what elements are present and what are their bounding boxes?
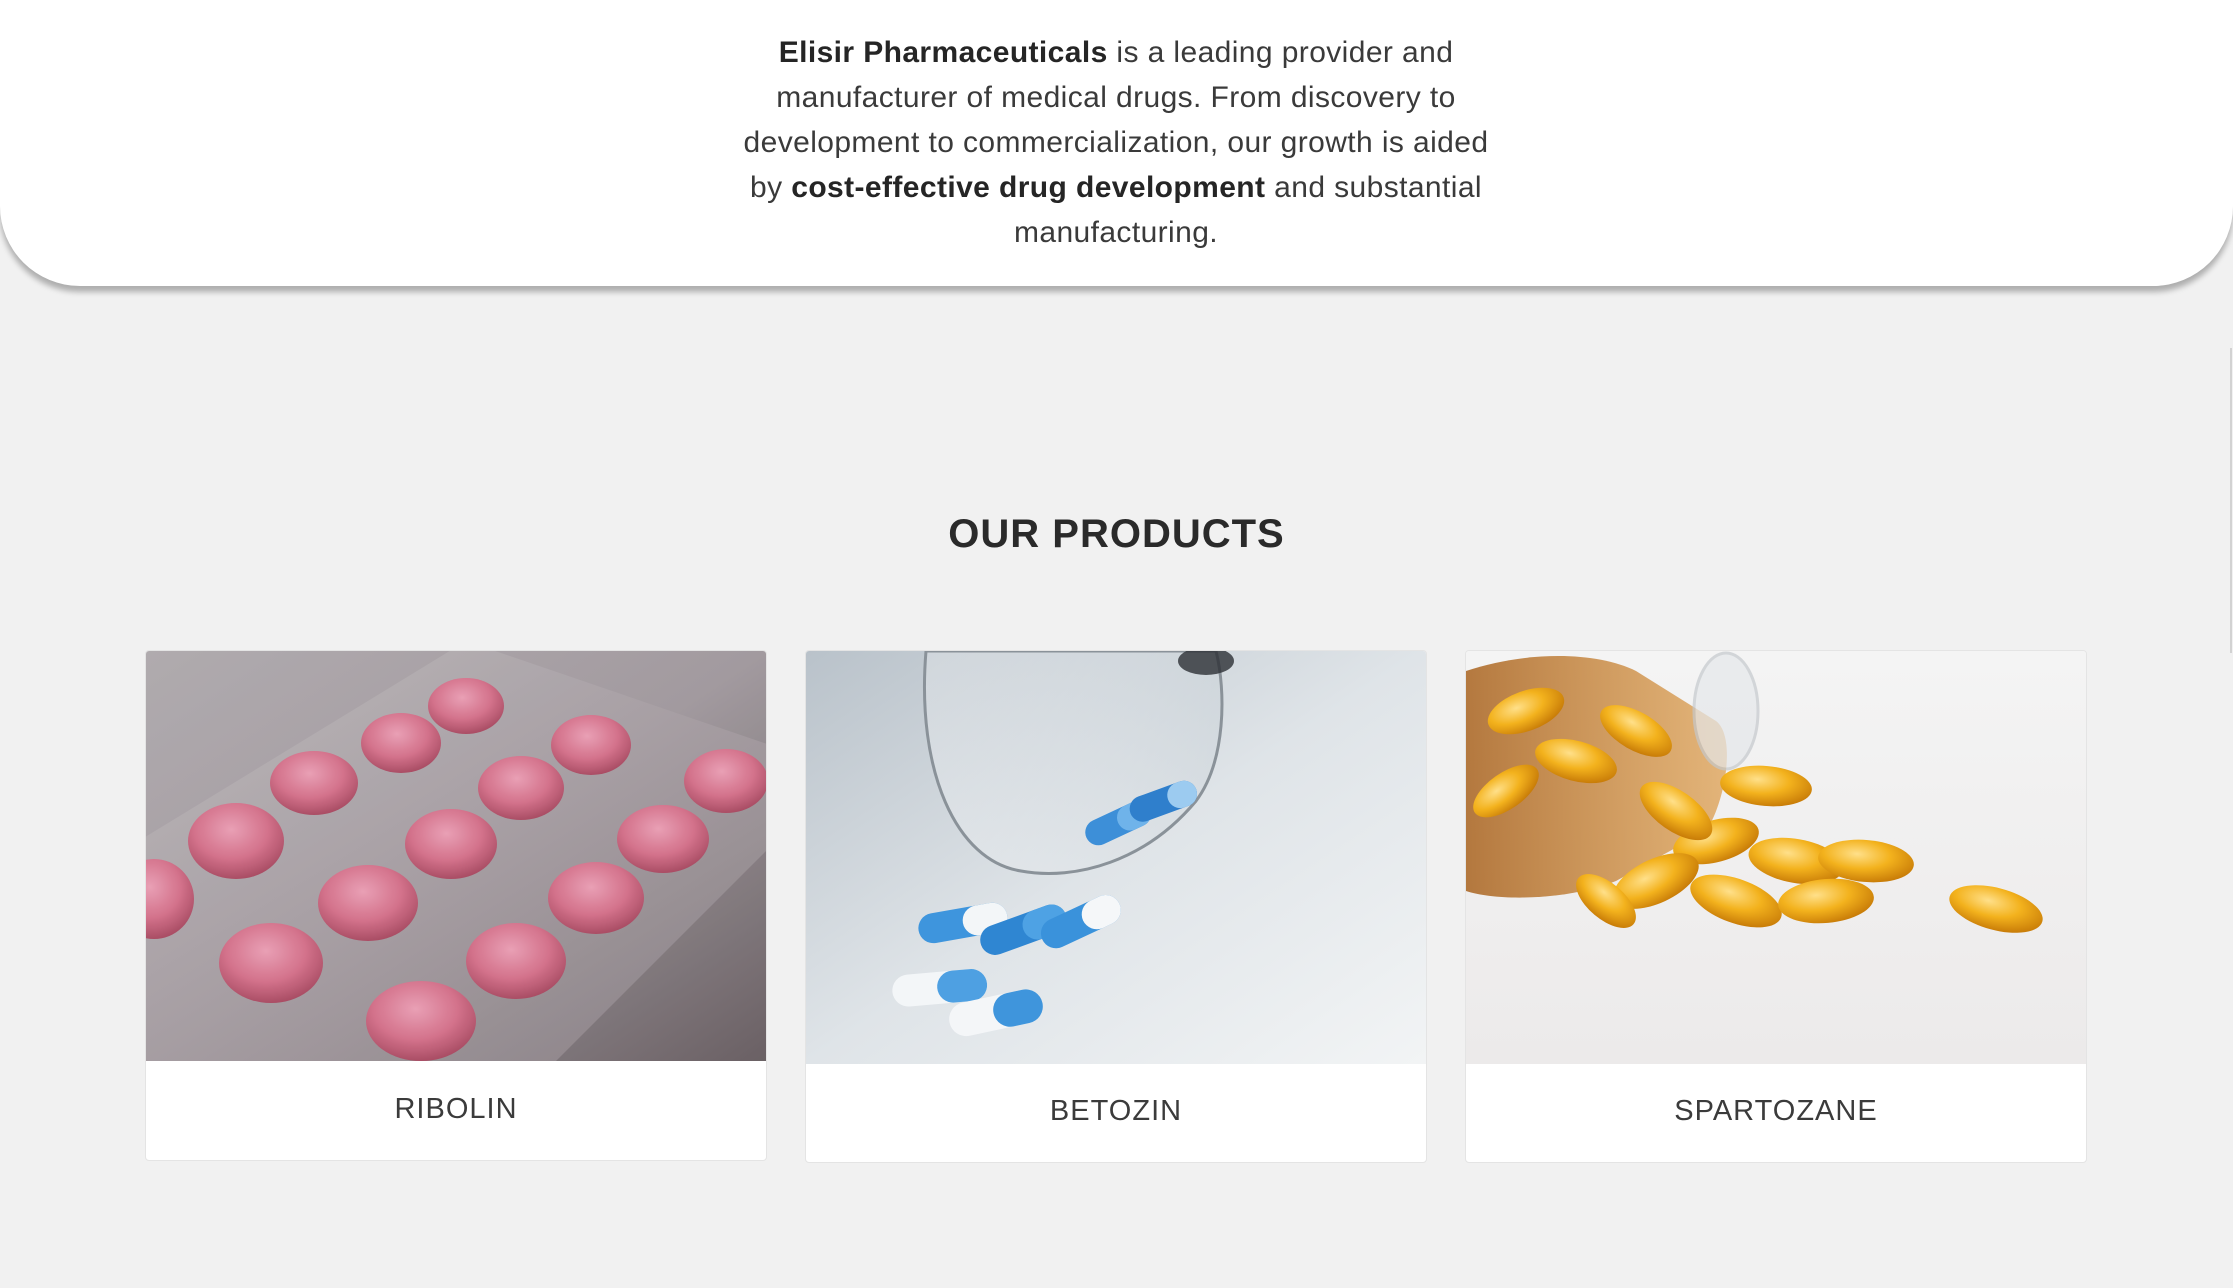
product-name[interactable]: RIBOLIN [146,1093,766,1126]
product-name[interactable]: SPARTOZANE [1466,1095,2086,1128]
product-card-ribolin[interactable]: RIBOLIN [145,650,767,1161]
pink-tablets-blister-image[interactable] [146,651,766,1061]
product-card-betozin[interactable]: BETOZIN [805,650,1427,1163]
intro-card: Elisir Pharmaceuticals is a leading prov… [0,0,2233,286]
amber-softgels-bottle-image[interactable] [1466,651,2086,1064]
products-heading: OUR PRODUCTS [948,512,1285,556]
product-name[interactable]: BETOZIN [806,1095,1426,1128]
blue-capsules-glass-image[interactable] [806,651,1426,1064]
product-card-spartozane[interactable]: SPARTOZANE [1465,650,2087,1163]
scrollbar-track[interactable] [2230,348,2232,653]
intro-paragraph: Elisir Pharmaceuticals is a leading prov… [740,30,1492,255]
intro-highlight: cost-effective drug development [791,171,1266,204]
company-name: Elisir Pharmaceuticals [778,36,1108,69]
